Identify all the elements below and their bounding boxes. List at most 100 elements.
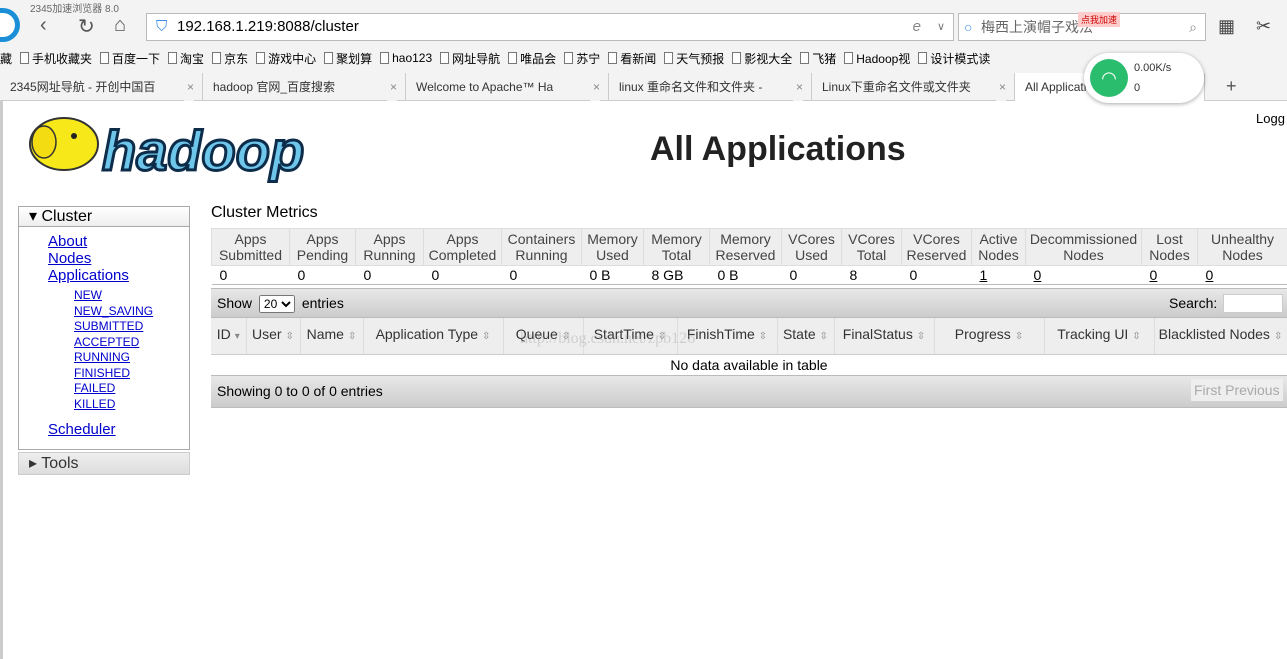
column-label: Tracking UI — [1057, 326, 1129, 343]
sidebar-state-new_saving[interactable]: NEW_SAVING — [74, 304, 189, 320]
column-header[interactable]: FinalStatus ⇳ — [834, 318, 935, 355]
metric-header: VCores Reserved — [901, 228, 972, 266]
browser-tab[interactable]: Linux下重命名文件或文件夹 × — [812, 73, 1015, 101]
bookmark-item[interactable]: 百度一下 — [100, 50, 160, 67]
home-icon[interactable]: ⌂ — [114, 14, 126, 37]
close-tab-icon[interactable]: × — [995, 73, 1006, 101]
close-tab-icon[interactable]: × — [792, 73, 803, 101]
network-widget[interactable]: ◠ 0.00K/s 0 — [1084, 53, 1204, 103]
metric-link[interactable]: 0 — [1206, 267, 1214, 283]
refresh-icon[interactable]: ↻ — [78, 14, 95, 39]
login-link[interactable]: Logg — [1256, 111, 1285, 126]
sidebar-state-failed[interactable]: FAILED — [74, 381, 189, 397]
column-header[interactable]: Blacklisted Nodes ⇳ — [1154, 318, 1287, 355]
url-text: 192.168.1.219:8088/cluster — [177, 18, 359, 35]
bookmark-item[interactable]: 游戏中心 — [256, 50, 316, 67]
cluster-section-toggle[interactable]: ▾ Cluster — [19, 207, 189, 227]
bookmark-item[interactable]: 看新闻 — [608, 50, 656, 67]
browser-tab[interactable]: 2345网址导航 - 开创中国百 × — [0, 73, 203, 101]
metric-link[interactable]: 0 — [1150, 267, 1158, 283]
address-bar[interactable]: ⛉ 192.168.1.219:8088/cluster e ∨ — [146, 13, 954, 41]
chevron-down-icon[interactable]: ∨ — [937, 14, 945, 40]
metric-value: 0 — [297, 267, 306, 283]
sort-icon: ⇳ — [1273, 331, 1283, 343]
bookmark-item[interactable]: 天气预报 — [664, 50, 724, 67]
sidebar-link-scheduler[interactable]: Scheduler — [48, 421, 116, 438]
cluster-metrics-table: Apps Submitted Apps Pending Apps Running Ap… — [211, 228, 1287, 285]
page-icon — [608, 52, 618, 64]
entries-label: entries — [301, 295, 344, 311]
apps-grid-icon[interactable]: ▦ — [1218, 16, 1235, 37]
previous-page-button[interactable]: Previous — [1225, 382, 1279, 398]
metric-value-cell: 0 — [1025, 265, 1142, 285]
column-header[interactable]: State ⇳ — [777, 318, 835, 355]
bookmark-item[interactable]: 淘宝 — [168, 50, 204, 67]
page-length-select[interactable]: 20 — [258, 295, 295, 314]
table-search-input[interactable] — [1223, 294, 1283, 313]
column-label: User — [252, 326, 282, 343]
bookmark-item[interactable]: 苏宁 — [564, 50, 600, 67]
column-header[interactable]: Name ⇳ — [300, 318, 364, 355]
metric-link[interactable]: 0 — [1034, 267, 1042, 283]
net-speed: 0.00K/s — [1134, 62, 1172, 74]
bookmark-item[interactable]: 藏 — [0, 50, 12, 67]
metric-header: Containers Running — [501, 228, 582, 266]
sort-icon: ⇳ — [347, 331, 357, 343]
browser-tab[interactable]: hadoop 官网_百度搜索 × — [203, 73, 406, 101]
bookmark-item[interactable]: 飞猪 — [800, 50, 836, 67]
back-icon[interactable]: ‹ — [40, 14, 47, 37]
tab-label: Linux下重命名文件或文件夹 — [822, 80, 971, 94]
svg-text:hadoop: hadoop — [102, 119, 304, 182]
column-header[interactable]: Tracking UI ⇳ — [1044, 318, 1155, 355]
sidebar-state-submitted[interactable]: SUBMITTED — [74, 319, 189, 335]
metric-value: 0 — [789, 267, 798, 283]
sidebar-state-new[interactable]: NEW — [74, 288, 189, 304]
browser-tab[interactable]: linux 重命名文件和文件夹 - × — [609, 73, 812, 101]
metric-header: Apps Pending — [289, 228, 356, 266]
page-icon — [564, 52, 574, 64]
sidebar-state-finished[interactable]: FINISHED — [74, 366, 189, 382]
sidebar-state-accepted[interactable]: ACCEPTED — [74, 335, 189, 351]
column-header[interactable]: User ⇳ — [246, 318, 301, 355]
page-icon — [20, 52, 30, 64]
new-tab-icon[interactable]: + — [1226, 76, 1237, 97]
metric-value-cell: 0 — [211, 265, 290, 285]
bookmark-item[interactable]: 手机收藏夹 — [20, 50, 92, 67]
sidebar-state-running[interactable]: RUNNING — [74, 350, 189, 366]
close-tab-icon[interactable]: × — [183, 73, 194, 101]
column-header[interactable]: Progress ⇳ — [934, 318, 1045, 355]
column-label: Name — [306, 326, 344, 343]
bookmark-item[interactable]: 京东 — [212, 50, 248, 67]
bookmark-item[interactable]: 聚划算 — [324, 50, 372, 67]
scissors-icon[interactable]: ✂ — [1256, 16, 1271, 37]
sidebar-link-applications[interactable]: Applications — [48, 267, 189, 284]
metric-value: 0 — [509, 267, 518, 283]
sidebar-link-nodes[interactable]: Nodes — [48, 250, 189, 267]
metric-header: Memory Used — [581, 228, 644, 266]
page-icon — [732, 52, 742, 64]
close-tab-icon[interactable]: × — [386, 73, 397, 101]
sidebar-state-killed[interactable]: KILLED — [74, 397, 189, 413]
tools-section-toggle[interactable]: ▸ Tools — [18, 452, 190, 475]
close-tab-icon[interactable]: × — [589, 73, 600, 101]
bookmark-item[interactable]: hao123 — [380, 51, 432, 65]
metric-link[interactable]: 1 — [980, 267, 988, 283]
pagination: First Previous — [1191, 379, 1283, 401]
bookmark-item[interactable]: 唯品会 — [508, 50, 556, 67]
promo-badge[interactable]: 点我加速 — [1078, 12, 1121, 27]
first-page-button[interactable]: First — [1194, 382, 1221, 398]
sort-icon: ⇳ — [482, 331, 491, 343]
page-icon — [844, 52, 854, 64]
bookmark-item[interactable]: Hadoop视 — [844, 50, 910, 67]
bookmark-item[interactable]: 设计模式读 — [918, 50, 990, 67]
ie-mode-icon[interactable]: e — [913, 14, 921, 40]
bookmark-item[interactable]: 网址导航 — [440, 50, 500, 67]
page-icon — [256, 52, 266, 64]
bookmark-item[interactable]: 影视大全 — [732, 50, 792, 67]
metric-value-cell: 1 — [971, 265, 1026, 285]
browser-tab[interactable]: Welcome to Apache™ Ha × — [406, 73, 609, 101]
column-header[interactable]: Application Type ⇳ — [363, 318, 504, 355]
sidebar-link-about[interactable]: About — [48, 233, 189, 250]
search-icon[interactable]: ⌕ — [1189, 14, 1197, 40]
column-header[interactable]: ID ▾ — [211, 318, 247, 355]
